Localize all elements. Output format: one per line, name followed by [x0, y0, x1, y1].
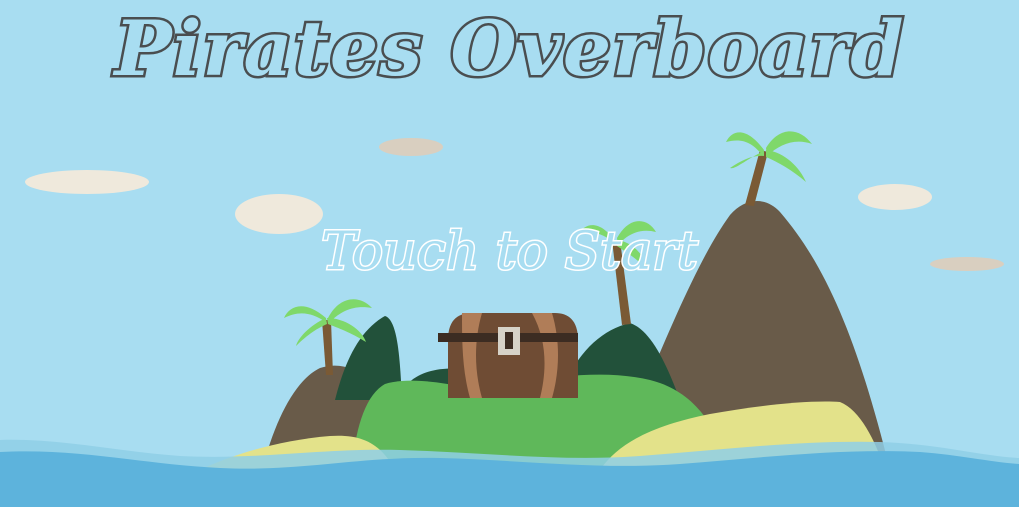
cloud: [858, 184, 932, 210]
treasure-chest-icon: [438, 313, 578, 398]
cloud: [25, 170, 149, 194]
cloud: [379, 138, 443, 156]
touch-to-start-prompt[interactable]: Touch to Start: [0, 221, 1019, 284]
game-title: Pirates Overboard: [112, 2, 906, 96]
game-screen[interactable]: Pirates Overboard Touch to Start: [0, 0, 1019, 507]
